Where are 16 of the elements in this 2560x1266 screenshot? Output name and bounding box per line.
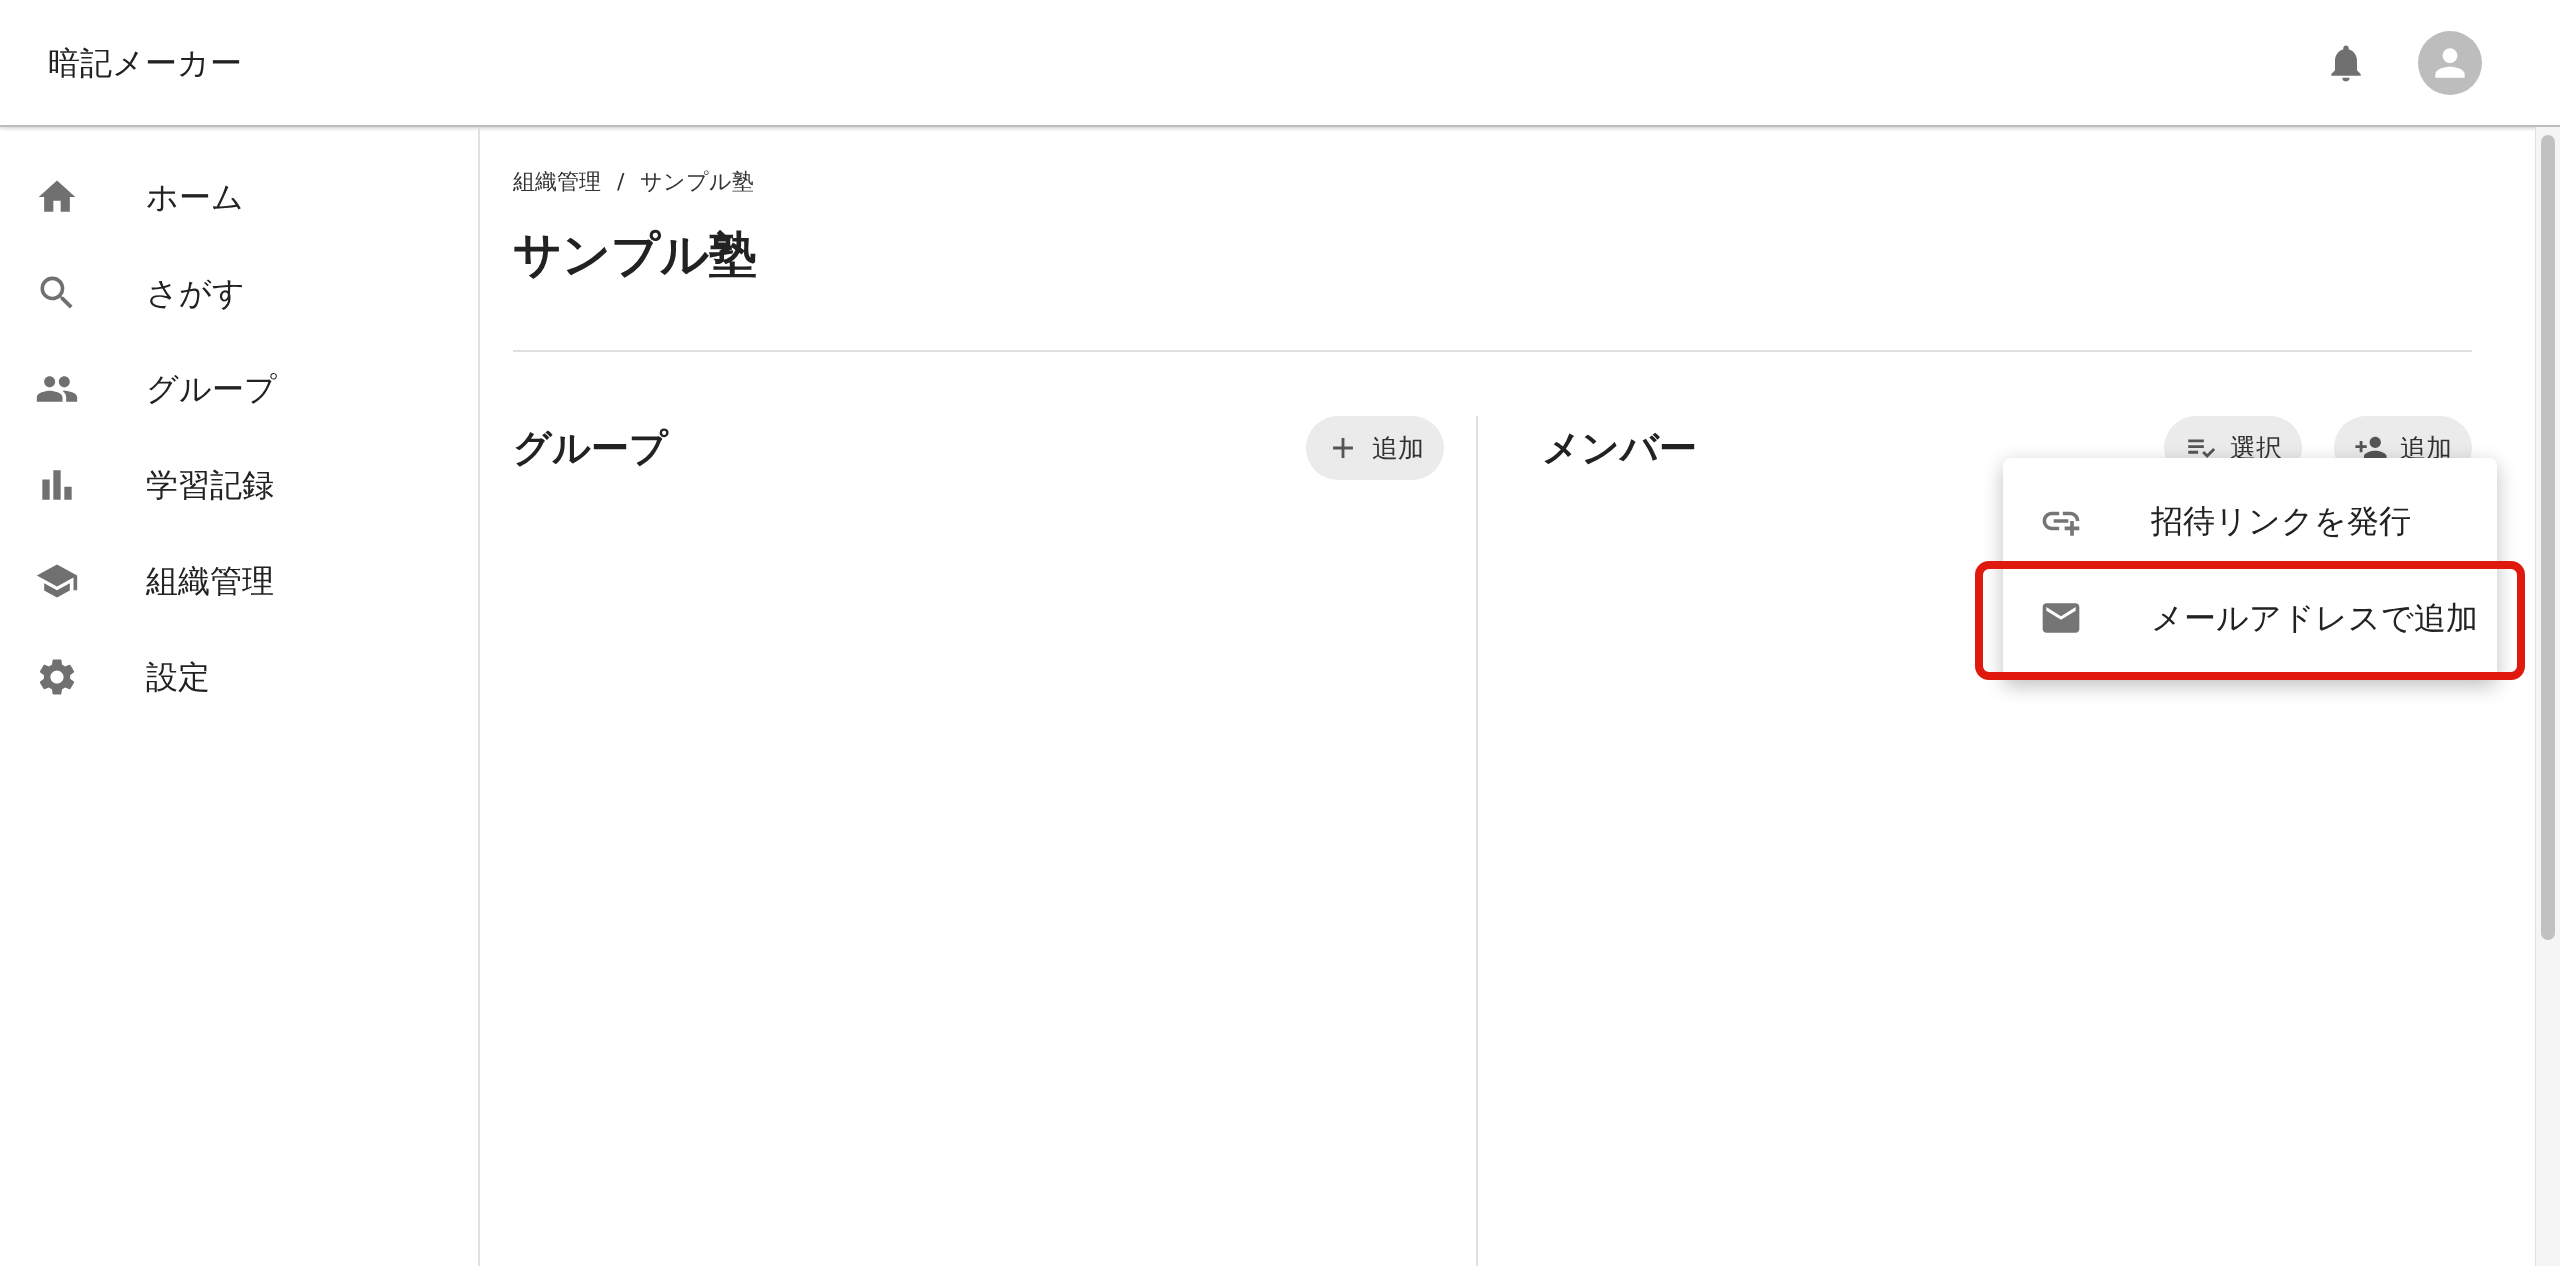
nav-item[interactable]: さがす: [0, 245, 478, 341]
breadcrumb-item: サンプル塾: [640, 168, 755, 196]
add-button[interactable]: 追加: [1305, 416, 1444, 480]
scrollbar-thumb[interactable]: [2541, 135, 2555, 940]
nav-item[interactable]: グループ: [0, 341, 478, 437]
menu-item[interactable]: メールアドレスで追加: [2003, 569, 2497, 666]
nav-item[interactable]: 学習記録: [0, 437, 478, 533]
app-title: 暗記メーカー: [48, 42, 242, 84]
page-title: サンプル塾: [513, 225, 758, 284]
nav-item[interactable]: 設定: [0, 629, 478, 725]
breadcrumb-separator: /: [617, 168, 625, 196]
nav-item[interactable]: ホーム: [0, 149, 478, 245]
section-title: グループ: [513, 424, 668, 472]
nav-item[interactable]: 組織管理: [0, 533, 478, 629]
section-title: メンバー: [1541, 424, 1697, 472]
breadcrumb-item[interactable]: 組織管理: [513, 165, 601, 198]
